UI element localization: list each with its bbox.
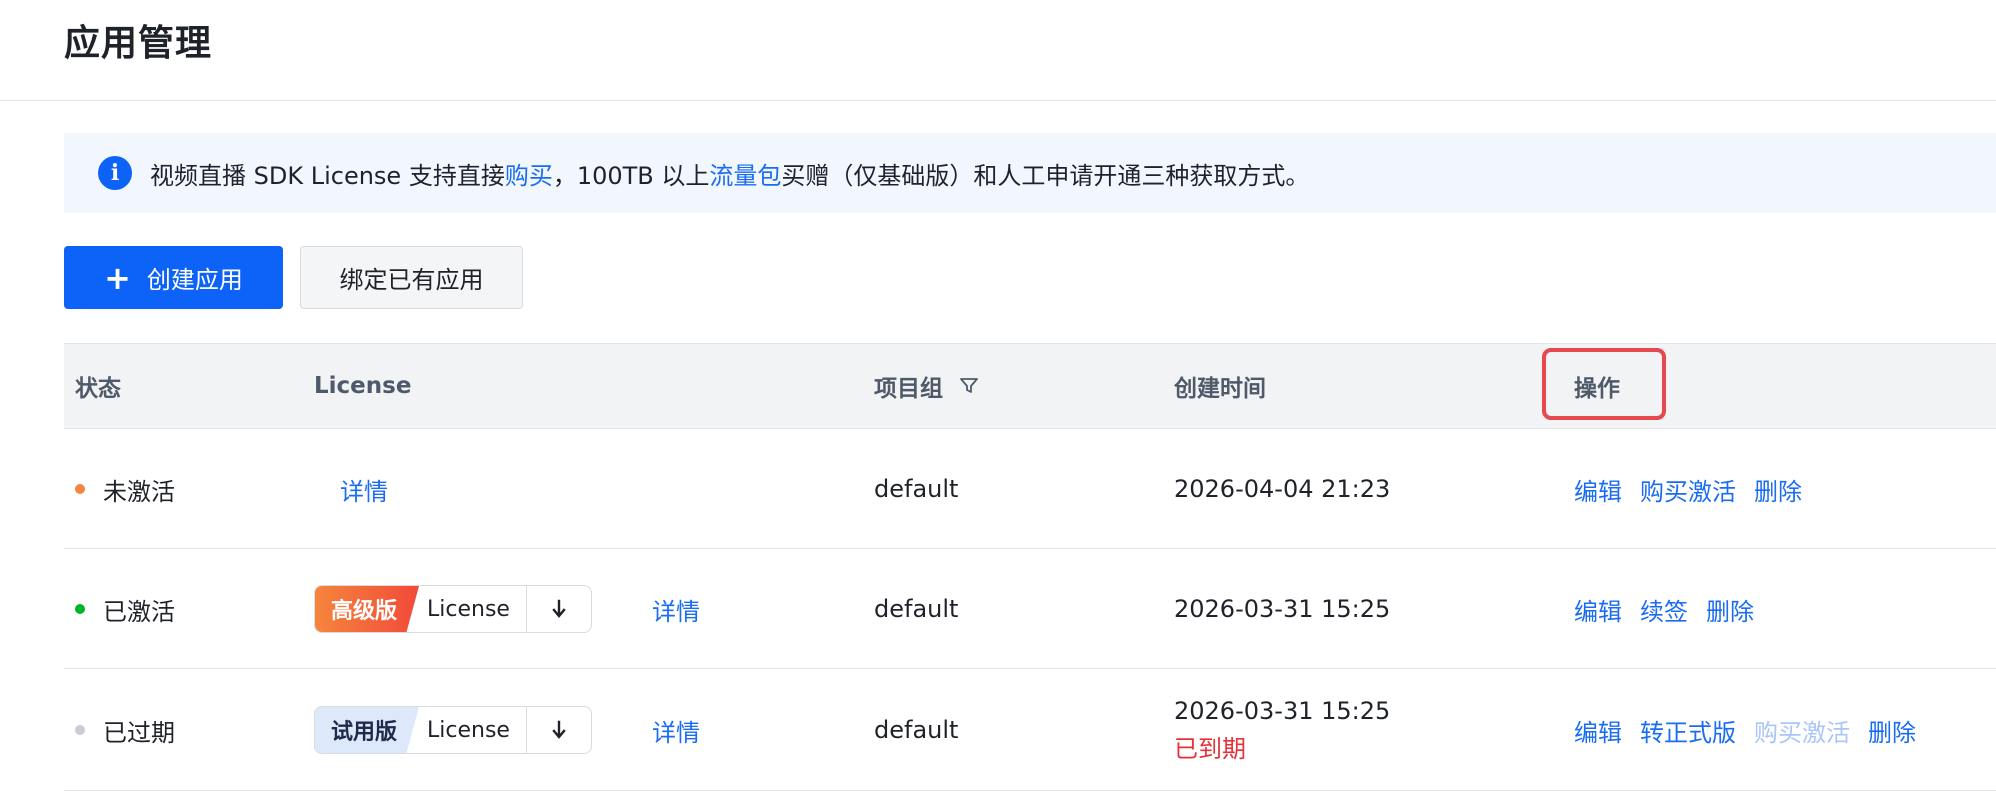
actions-header-highlight: [1542, 348, 1666, 420]
project-cell: default: [874, 595, 959, 623]
header-license: License: [314, 373, 412, 399]
project-cell: default: [874, 475, 959, 503]
header-divider: [0, 100, 1996, 101]
detail-link[interactable]: 详情: [652, 592, 700, 627]
detail-link[interactable]: 详情: [340, 472, 388, 507]
notice-text-3: 买赠（仅基础版）和人工申请开通三种获取方式。: [781, 161, 1310, 190]
filter-icon[interactable]: [959, 376, 979, 396]
status-label: 已激活: [103, 597, 175, 626]
create-app-button[interactable]: + 创建应用: [64, 246, 283, 309]
buy-activate-link-disabled: 购买激活: [1754, 718, 1850, 747]
header-status: 状态: [75, 376, 121, 402]
app-table: 状态 License 项目组 创建时间 操作 未激活 详情 default 20…: [64, 343, 1996, 791]
edit-link[interactable]: 编辑: [1574, 592, 1622, 627]
bind-app-label: 绑定已有应用: [339, 266, 484, 294]
header-created: 创建时间: [1174, 376, 1266, 402]
created-cell: 2026-04-04 21:23: [1174, 475, 1391, 503]
created-cell: 2026-03-31 15:25 已到期: [1174, 669, 1390, 791]
license-label: License: [427, 717, 510, 743]
table-row: 已过期 试用版 License 详情 default 2026-03-31 15…: [64, 669, 1996, 791]
plus-icon: +: [104, 258, 131, 297]
status-dot: [75, 725, 85, 735]
convert-formal-link[interactable]: 转正式版: [1640, 713, 1736, 748]
license-cell: 高级版 License: [314, 549, 592, 669]
status-dot: [75, 484, 85, 494]
edition-badge: 高级版: [315, 586, 420, 632]
license-tag-group: 高级版 License: [314, 585, 592, 633]
status-label: 已过期: [103, 718, 175, 747]
edit-link[interactable]: 编辑: [1574, 472, 1622, 507]
table-row: 已激活 高级版 License 详情 default 2026-03-31 15…: [64, 549, 1996, 669]
info-notice: i 视频直播 SDK License 支持直接 购买 ，100TB 以上 流量包 买赠（…: [64, 133, 1996, 213]
license-cell: 试用版 License: [314, 669, 592, 791]
status-cell: 已过期: [75, 669, 175, 791]
delete-link[interactable]: 删除: [1868, 713, 1916, 748]
page-title: 应用管理: [64, 23, 213, 64]
traffic-pack-link[interactable]: 流量包: [709, 156, 781, 191]
status-cell: 未激活: [75, 429, 175, 549]
project-cell: default: [874, 716, 959, 744]
buy-activate-link[interactable]: 购买激活: [1640, 472, 1736, 507]
actions-cell: 编辑 购买激活 删除: [1574, 429, 1820, 549]
notice-text-1: 视频直播 SDK License 支持直接: [150, 161, 505, 190]
actions-cell: 编辑 转正式版 购买激活 删除: [1574, 669, 1934, 791]
detail-cell: 详情: [652, 549, 700, 669]
download-icon[interactable]: [525, 707, 591, 753]
delete-link[interactable]: 删除: [1754, 472, 1802, 507]
create-app-label: 创建应用: [146, 266, 243, 294]
table-row: 未激活 详情 default 2026-04-04 21:23 编辑 购买激活 …: [64, 429, 1996, 549]
status-label: 未激活: [103, 477, 175, 506]
header-project-label: 项目组: [874, 376, 943, 402]
download-icon[interactable]: [525, 586, 591, 632]
detail-link[interactable]: 详情: [652, 713, 700, 748]
edit-link[interactable]: 编辑: [1574, 713, 1622, 748]
detail-cell: 详情: [652, 669, 700, 791]
license-cell: 详情: [340, 429, 388, 549]
expired-note: 已到期: [1174, 734, 1246, 763]
delete-link[interactable]: 删除: [1706, 592, 1754, 627]
created-cell: 2026-03-31 15:25: [1174, 595, 1391, 623]
created-time: 2026-03-31 15:25: [1174, 696, 1391, 725]
license-tag-group: 试用版 License: [314, 706, 592, 754]
actions-cell: 编辑 续签 删除: [1574, 549, 1772, 669]
renew-link[interactable]: 续签: [1640, 592, 1688, 627]
header-project: 项目组: [874, 344, 979, 428]
table-header: 状态 License 项目组 创建时间 操作: [64, 343, 1996, 429]
status-dot: [75, 604, 85, 614]
bind-app-button[interactable]: 绑定已有应用: [300, 246, 523, 309]
buy-link[interactable]: 购买: [505, 156, 553, 191]
info-icon: i: [98, 156, 132, 190]
notice-text-2: ，100TB 以上: [552, 161, 710, 190]
edition-badge: 试用版: [315, 707, 420, 753]
license-label: License: [427, 596, 510, 622]
status-cell: 已激活: [75, 549, 175, 669]
